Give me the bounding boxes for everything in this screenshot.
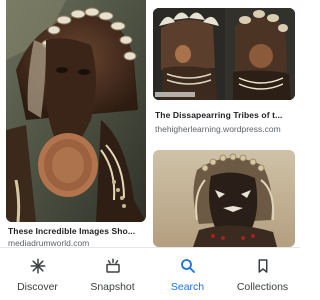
result-source: thehigherlearning.wordpress.com: [155, 124, 281, 134]
nav-discover[interactable]: Discover: [0, 248, 75, 300]
result-card[interactable]: [153, 150, 295, 247]
nav-collections[interactable]: Collections: [225, 248, 300, 300]
asterisk-icon: [30, 258, 45, 274]
result-card[interactable]: These Incredible Images Sho... mediadrum…: [6, 0, 146, 248]
nav-search[interactable]: Search: [150, 248, 225, 300]
result-thumbnail[interactable]: [153, 150, 295, 247]
image-results-screen: These Incredible Images Sho... mediadrum…: [0, 0, 300, 300]
nav-snapshot[interactable]: Snapshot: [75, 248, 150, 300]
bottom-navigation-bar: Discover Snapshot Search Collections: [0, 247, 300, 300]
nav-search-label: Search: [170, 281, 205, 293]
nav-discover-label: Discover: [17, 281, 58, 293]
bookmark-icon: [258, 259, 267, 273]
nav-collections-label: Collections: [236, 281, 289, 293]
result-card[interactable]: The Dissapearring Tribes of t... thehigh…: [153, 0, 295, 145]
result-thumbnail[interactable]: [6, 0, 146, 222]
search-icon: [180, 259, 195, 273]
result-thumbnail[interactable]: [153, 8, 295, 100]
result-title[interactable]: The Dissapearring Tribes of t...: [155, 110, 295, 120]
nav-snapshot-label: Snapshot: [90, 281, 135, 293]
snapshot-icon: [105, 258, 120, 273]
image-results-grid: These Incredible Images Sho... mediadrum…: [0, 0, 300, 248]
result-title[interactable]: These Incredible Images Sho...: [8, 226, 146, 236]
